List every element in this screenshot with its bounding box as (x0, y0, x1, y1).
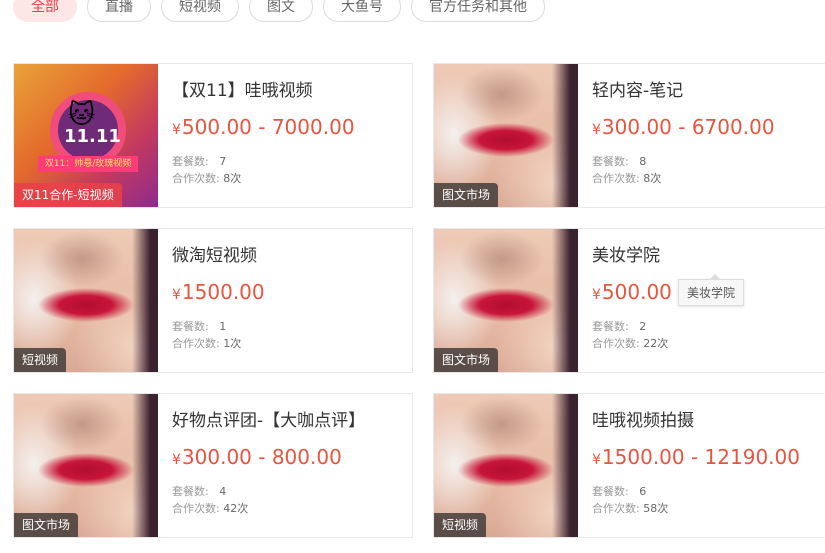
card-info: 微淘短视频 ¥1500.00 套餐数: 1 合作次数: 1次 (172, 229, 412, 372)
currency-symbol: ¥ (172, 452, 181, 468)
category-badge: 短视频 (14, 348, 67, 372)
collab-count: 合作次数: 8次 (172, 170, 241, 186)
card-title[interactable]: 【双11】哇哦视频 (172, 76, 313, 101)
card-title[interactable]: 轻内容-笔记 (592, 76, 683, 101)
category-tabs: 全部 直播 短视频 图文 大鱼号 官方任务和其他 (13, 0, 545, 22)
price-value: 500.00 - (601, 280, 686, 304)
tab-dayu[interactable]: 大鱼号 (323, 0, 401, 22)
category-badge: 短视频 (434, 513, 487, 537)
package-count-label: 套餐数: (592, 485, 629, 498)
card-price: ¥500.00 - 7000.00 (172, 115, 355, 139)
tab-live[interactable]: 直播 (87, 0, 151, 22)
price-value: 500.00 - 7000.00 (181, 115, 355, 139)
card-title[interactable]: 好物点评团-【大咖点评】 (172, 406, 365, 431)
package-count-value: 6 (639, 485, 647, 498)
card-price: ¥1500.00 - 12190.00 (592, 445, 800, 469)
task-market-page: 全部 直播 短视频 图文 大鱼号 官方任务和其他 🐱 11.11 双11：帅悬/… (0, 0, 825, 553)
category-badge: 双11合作-短视频 (14, 183, 122, 207)
collab-count-value: 42次 (223, 502, 249, 515)
card-info: 【双11】哇哦视频 ¥500.00 - 7000.00 套餐数: 7 合作次数:… (172, 64, 412, 207)
collab-count-label: 合作次数: (592, 172, 640, 185)
collab-count-label: 合作次数: (592, 337, 640, 350)
package-count-value: 1 (219, 320, 227, 333)
package-count: 套餐数: 4 (172, 483, 226, 499)
task-card[interactable]: 短视频 哇哦视频拍摄 ¥1500.00 - 12190.00 套餐数: 6 合作… (433, 393, 825, 538)
task-card[interactable]: 🐱 11.11 双11：帅悬/玫瑰视频 双11合作-短视频 【双11】哇哦视频 … (13, 63, 413, 208)
card-title[interactable]: 哇哦视频拍摄 (592, 406, 694, 431)
collab-count: 合作次数: 58次 (592, 500, 668, 516)
currency-symbol: ¥ (592, 122, 601, 138)
package-count: 套餐数: 1 (172, 318, 226, 334)
card-info: 轻内容-笔记 ¥300.00 - 6700.00 套餐数: 8 合作次数: 8次 (592, 64, 825, 207)
package-count: 套餐数: 7 (172, 153, 226, 169)
card-price: ¥300.00 - 800.00 (172, 445, 342, 469)
package-count-value: 2 (639, 320, 647, 333)
currency-symbol: ¥ (172, 287, 181, 303)
task-card[interactable]: 短视频 微淘短视频 ¥1500.00 套餐数: 1 合作次数: 1次 (13, 228, 413, 373)
collab-count-value: 8次 (223, 172, 242, 185)
package-count-value: 8 (639, 155, 647, 168)
tab-official-other[interactable]: 官方任务和其他 (411, 0, 545, 22)
currency-symbol: ¥ (172, 122, 181, 138)
task-card[interactable]: 图文市场 轻内容-笔记 ¥300.00 - 6700.00 套餐数: 8 合作次… (433, 63, 825, 208)
tab-article[interactable]: 图文 (249, 0, 313, 22)
package-count-value: 7 (219, 155, 227, 168)
package-count-value: 4 (219, 485, 227, 498)
card-info: 哇哦视频拍摄 ¥1500.00 - 12190.00 套餐数: 6 合作次数: … (592, 394, 825, 537)
promo-eleven: 11.11 (64, 126, 121, 147)
card-thumbnail[interactable]: 短视频 (434, 394, 578, 537)
package-count: 套餐数: 2 (592, 318, 646, 334)
task-card[interactable]: 图文市场 美妆学院 ¥500.00 - 套餐数: 2 合作次数: 22次 (433, 228, 825, 373)
price-value: 1500.00 (181, 280, 265, 304)
package-count-label: 套餐数: (592, 155, 629, 168)
category-badge: 图文市场 (14, 513, 79, 537)
collab-count: 合作次数: 42次 (172, 500, 248, 516)
category-badge: 图文市场 (434, 348, 499, 372)
collab-count-value: 8次 (643, 172, 662, 185)
currency-symbol: ¥ (592, 287, 601, 303)
card-thumbnail[interactable]: 图文市场 (434, 229, 578, 372)
collab-count: 合作次数: 22次 (592, 335, 668, 351)
collab-count-label: 合作次数: (592, 502, 640, 515)
collab-count-value: 22次 (643, 337, 669, 350)
card-price: ¥500.00 - (592, 280, 685, 304)
collab-count-label: 合作次数: (172, 337, 220, 350)
category-badge: 图文市场 (434, 183, 499, 207)
collab-count-label: 合作次数: (172, 172, 220, 185)
collab-count: 合作次数: 8次 (592, 170, 661, 186)
currency-symbol: ¥ (592, 452, 601, 468)
package-count-label: 套餐数: (592, 320, 629, 333)
package-count-label: 套餐数: (172, 485, 209, 498)
card-thumbnail[interactable]: 图文市场 (434, 64, 578, 207)
package-count: 套餐数: 6 (592, 483, 646, 499)
card-thumbnail[interactable]: 🐱 11.11 双11：帅悬/玫瑰视频 双11合作-短视频 (14, 64, 158, 207)
card-title[interactable]: 美妆学院 (592, 241, 660, 266)
package-count-label: 套餐数: (172, 320, 209, 333)
card-price: ¥1500.00 (172, 280, 265, 304)
price-value: 300.00 - 800.00 (181, 445, 342, 469)
card-info: 好物点评团-【大咖点评】 ¥300.00 - 800.00 套餐数: 4 合作次… (172, 394, 412, 537)
price-value: 300.00 - 6700.00 (601, 115, 775, 139)
tab-all[interactable]: 全部 (13, 0, 77, 22)
card-thumbnail[interactable]: 图文市场 (14, 394, 158, 537)
title-tooltip: 美妆学院 (678, 274, 745, 306)
card-price: ¥300.00 - 6700.00 (592, 115, 775, 139)
collab-count: 合作次数: 1次 (172, 335, 241, 351)
package-count: 套餐数: 8 (592, 153, 646, 169)
collab-count-value: 1次 (223, 337, 242, 350)
task-card[interactable]: 图文市场 好物点评团-【大咖点评】 ¥300.00 - 800.00 套餐数: … (13, 393, 413, 538)
collab-count-value: 58次 (643, 502, 669, 515)
card-title[interactable]: 微淘短视频 (172, 241, 257, 266)
card-thumbnail[interactable]: 短视频 (14, 229, 158, 372)
price-value: 1500.00 - 12190.00 (601, 445, 800, 469)
promo-banner: 双11：帅悬/玫瑰视频 (38, 156, 138, 172)
collab-count-label: 合作次数: (172, 502, 220, 515)
package-count-label: 套餐数: (172, 155, 209, 168)
tab-short-video[interactable]: 短视频 (161, 0, 239, 22)
